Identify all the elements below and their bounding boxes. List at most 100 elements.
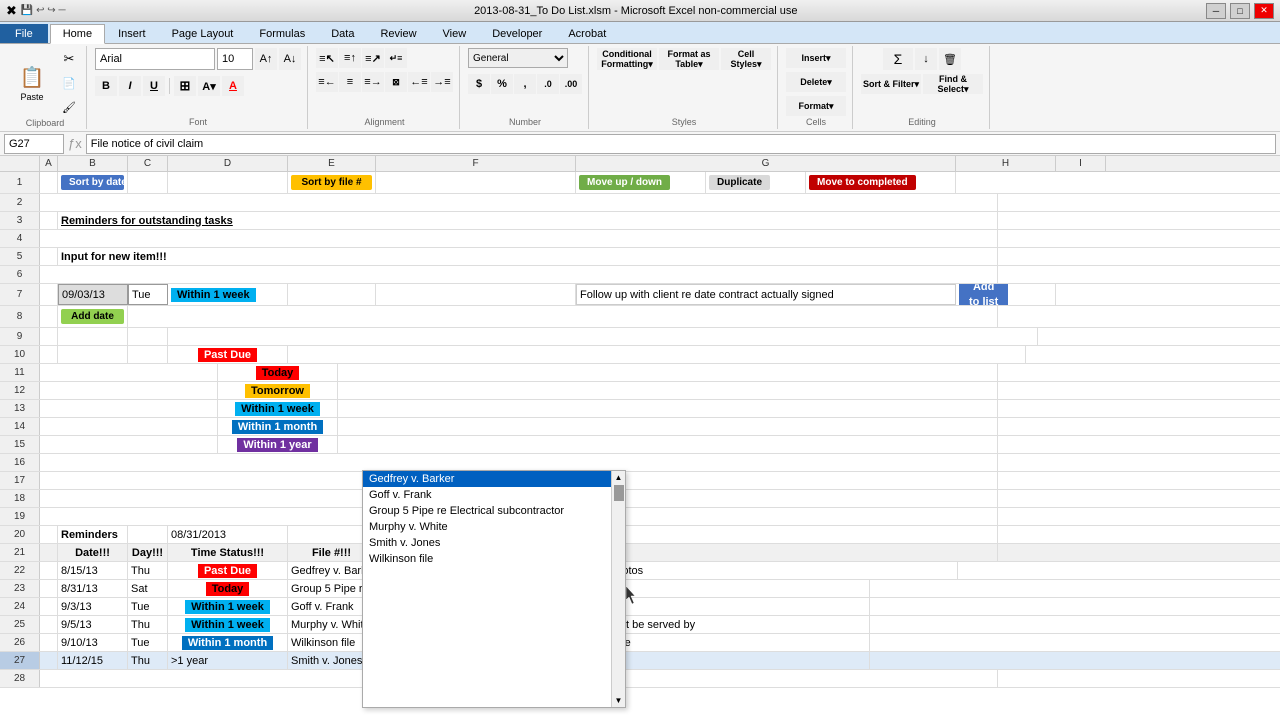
move-to-completed-button[interactable]: Move to completed [809,175,916,190]
tab-insert[interactable]: Insert [105,24,159,43]
font-name-input[interactable]: Arial [95,48,215,70]
cell-a8 [40,306,58,327]
border-button[interactable]: ⊞ [174,76,196,96]
file-dropdown[interactable]: Gedfrey v. Barker Goff v. Frank Group 5 … [362,470,626,708]
cell-a21 [40,544,58,561]
formula-input[interactable]: File notice of civil claim [86,134,1276,154]
col-f-header: F [376,156,576,171]
status-badge-23: Today [206,582,250,596]
align-top-center-button[interactable]: ≡↑ [339,48,361,68]
insert-cells-button[interactable]: Insert▾ [786,48,846,68]
title-bar-title: 2013-08-31_To Do List.xlsm - Microsoft E… [474,5,797,17]
tab-formulas[interactable]: Formulas [246,24,318,43]
cell-row4 [40,230,998,247]
dropdown-scrollbar[interactable]: ▲ ▼ [611,471,625,707]
row-20: 20 Reminders 08/31/2013 [0,526,1280,544]
dropdown-item-murphy[interactable]: Murphy v. White [363,519,625,535]
minimize-button[interactable]: ─ [1206,3,1226,19]
bold-button[interactable]: B [95,76,117,96]
tab-view[interactable]: View [430,24,480,43]
cell-d22-status: Past Due [168,562,288,579]
alignment-row1: ≡↖ ≡↑ ≡↗ ↵≡ [316,48,407,68]
increase-font-button[interactable]: A↑ [255,48,277,70]
add-to-list-button[interactable]: Addto list [959,284,1008,305]
scroll-thumb[interactable] [614,485,624,501]
cut-button[interactable]: ✂ [58,48,80,70]
conditional-formatting-button[interactable]: Conditional Formatting▾ [597,48,657,70]
clear-button[interactable]: 🗑 [939,48,961,70]
tab-review[interactable]: Review [367,24,429,43]
status-past-due: Past Due [198,348,257,362]
sort-filter-button[interactable]: Sort & Filter▾ [861,74,921,94]
cell-c24-day: Tue [128,598,168,615]
tab-data[interactable]: Data [318,24,367,43]
cells-group: Insert▾ Delete▾ Format▾ Cells [780,46,853,129]
font-size-input[interactable]: 10 [217,48,253,70]
tab-page-layout[interactable]: Page Layout [159,24,247,43]
tab-acrobat[interactable]: Acrobat [555,24,619,43]
dropdown-item-goff[interactable]: Goff v. Frank [363,487,625,503]
row-1: 1 Sort by date Sort by file # Move up / … [0,172,1280,194]
scroll-up-arrow[interactable]: ▲ [613,471,625,484]
cell-d23-status: Today [168,580,288,597]
cell-a23 [40,580,58,597]
cell-c26-day: Tue [128,634,168,651]
format-painter-button[interactable]: 🖌 [58,96,80,118]
dropdown-item-wilkinson[interactable]: Wilkinson file [363,551,625,567]
cell-g7-description[interactable]: Follow up with client re date contract a… [576,284,956,305]
format-as-table-button[interactable]: Format as Table▾ [659,48,719,70]
sort-by-date-button[interactable]: Sort by date [61,175,124,190]
number-format-select[interactable]: General [468,48,568,68]
tab-home[interactable]: Home [50,24,105,44]
merge-center-button[interactable]: ⊠ [385,72,407,92]
percent-button[interactable]: % [491,74,513,94]
align-center-button[interactable]: ≡ [339,72,361,92]
cells-label: Cells [806,117,826,127]
cell-row12-left [40,382,218,399]
italic-button[interactable]: I [119,76,141,96]
align-top-right-button[interactable]: ≡↗ [362,48,384,68]
title-bar-controls[interactable]: ─ □ ✕ [1206,3,1274,19]
dropdown-item-group5[interactable]: Group 5 Pipe re Electrical subcontractor [363,503,625,519]
autosum-button[interactable]: Σ [883,48,913,70]
find-select-button[interactable]: Find & Select▾ [923,74,983,94]
fill-color-button[interactable]: A▾ [198,76,220,96]
wrap-text-button[interactable]: ↵≡ [385,48,407,68]
cell-d12: Tomorrow [218,382,338,399]
tab-developer[interactable]: Developer [479,24,555,43]
sort-by-file-button[interactable]: Sort by file # [291,175,372,190]
copy-button[interactable]: 📄 [58,72,80,94]
delete-cells-button[interactable]: Delete▾ [786,72,846,92]
align-left-button[interactable]: ≡← [316,72,338,92]
row-10-num: 10 [0,346,40,363]
move-up-down-button[interactable]: Move up / down [579,175,670,190]
dropdown-item-smith[interactable]: Smith v. Jones [363,535,625,551]
paste-button[interactable]: 📋 Paste [10,54,54,112]
row-12-num: 12 [0,382,40,399]
cell-b7-date[interactable]: 09/03/13 [58,284,128,305]
close-button[interactable]: ✕ [1254,3,1274,19]
dec-increase-button[interactable]: .0 [537,74,559,94]
cell-styles-button[interactable]: Cell Styles▾ [721,48,771,70]
indent-dec-button[interactable]: ←≡ [408,72,430,92]
duplicate-button[interactable]: Duplicate [709,175,770,190]
cell-reference-input[interactable]: G27 [4,134,64,154]
format-cells-button[interactable]: Format▾ [786,96,846,116]
comma-button[interactable]: , [514,74,536,94]
fill-button[interactable]: ↓ [915,48,937,70]
cell-c7-day: Tue [128,284,168,305]
cell-e1: Sort by file # [288,172,376,193]
currency-button[interactable]: $ [468,74,490,94]
dec-decrease-button[interactable]: .00 [560,74,582,94]
tab-file[interactable]: File [0,24,48,43]
align-top-left-button[interactable]: ≡↖ [316,48,338,68]
add-date-button[interactable]: Add date [61,309,124,324]
dropdown-item-gedfrey[interactable]: Gedfrey v. Barker [363,471,625,487]
scroll-down-arrow[interactable]: ▼ [613,694,625,707]
indent-inc-button[interactable]: →≡ [431,72,453,92]
decrease-font-button[interactable]: A↓ [279,48,301,70]
font-color-button[interactable]: A [222,76,244,96]
align-right-button[interactable]: ≡→ [362,72,384,92]
underline-button[interactable]: U [143,76,165,96]
restore-button[interactable]: □ [1230,3,1250,19]
